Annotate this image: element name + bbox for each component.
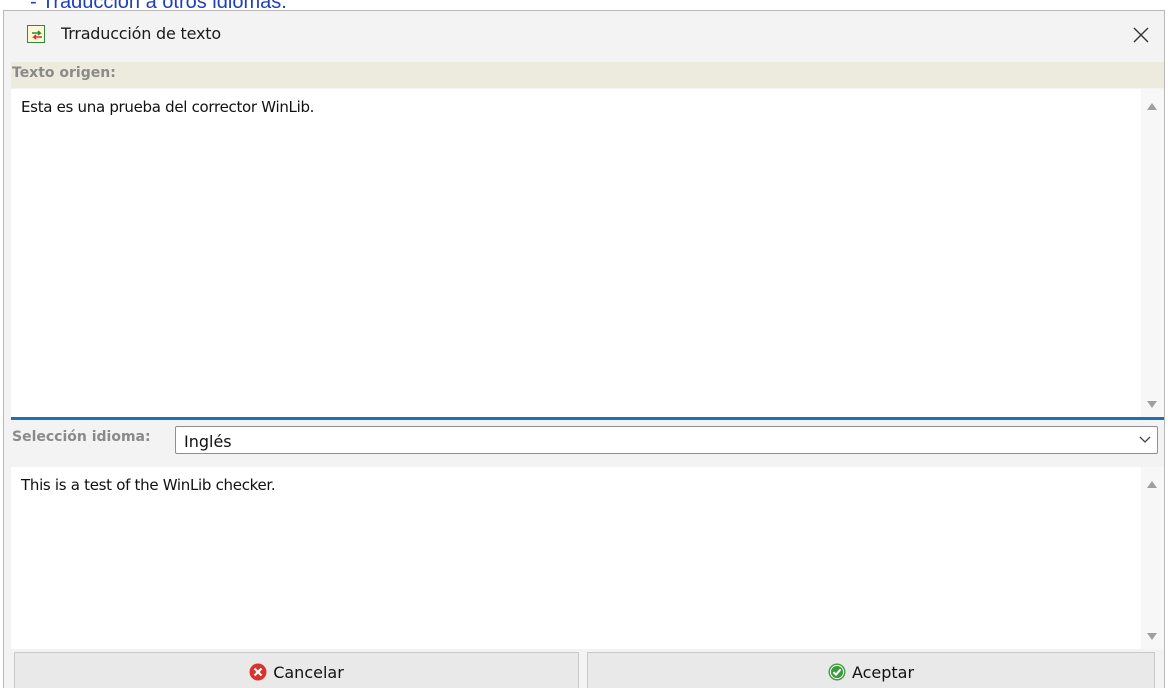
accept-button[interactable]: Aceptar: [587, 652, 1155, 688]
source-label: Texto origen:: [12, 65, 116, 81]
language-selected-value: Inglés: [184, 432, 232, 451]
check-icon: [828, 663, 846, 681]
window-title: Trraducción de texto: [61, 24, 221, 43]
chevron-down-icon: [1139, 436, 1151, 443]
translate-app-icon: [27, 25, 45, 43]
source-text-area[interactable]: Esta es una prueba del corrector WinLib.: [11, 89, 1164, 417]
language-selection-row: Selección idioma: Inglés: [11, 421, 1164, 466]
title-bar[interactable]: Trraducción de texto: [4, 11, 1164, 60]
language-select[interactable]: Inglés: [175, 426, 1158, 454]
pane-splitter[interactable]: [11, 417, 1164, 420]
source-text: Esta es una prueba del corrector WinLib.: [21, 98, 315, 116]
target-text: This is a test of the WinLib checker.: [21, 476, 276, 494]
translation-dialog: Trraducción de texto Texto origen: Esta …: [3, 10, 1165, 688]
close-icon: [1133, 27, 1149, 43]
button-row: Cancelar Aceptar: [11, 649, 1164, 688]
source-scrollbar[interactable]: [1141, 89, 1164, 417]
target-text-area[interactable]: This is a test of the WinLib checker.: [11, 467, 1164, 649]
target-scrollbar[interactable]: [1141, 467, 1164, 649]
cancel-button[interactable]: Cancelar: [14, 652, 579, 688]
scroll-up-arrow-icon[interactable]: [1147, 481, 1157, 488]
scroll-up-arrow-icon[interactable]: [1147, 103, 1157, 110]
close-button[interactable]: [1118, 11, 1164, 60]
source-label-bar: Texto origen:: [11, 62, 1164, 88]
scroll-down-arrow-icon[interactable]: [1147, 633, 1157, 640]
cancel-label: Cancelar: [273, 663, 344, 682]
language-label: Selección idioma:: [12, 429, 151, 445]
cancel-x-icon: [249, 663, 267, 681]
scroll-down-arrow-icon[interactable]: [1147, 401, 1157, 408]
accept-label: Aceptar: [851, 663, 915, 682]
